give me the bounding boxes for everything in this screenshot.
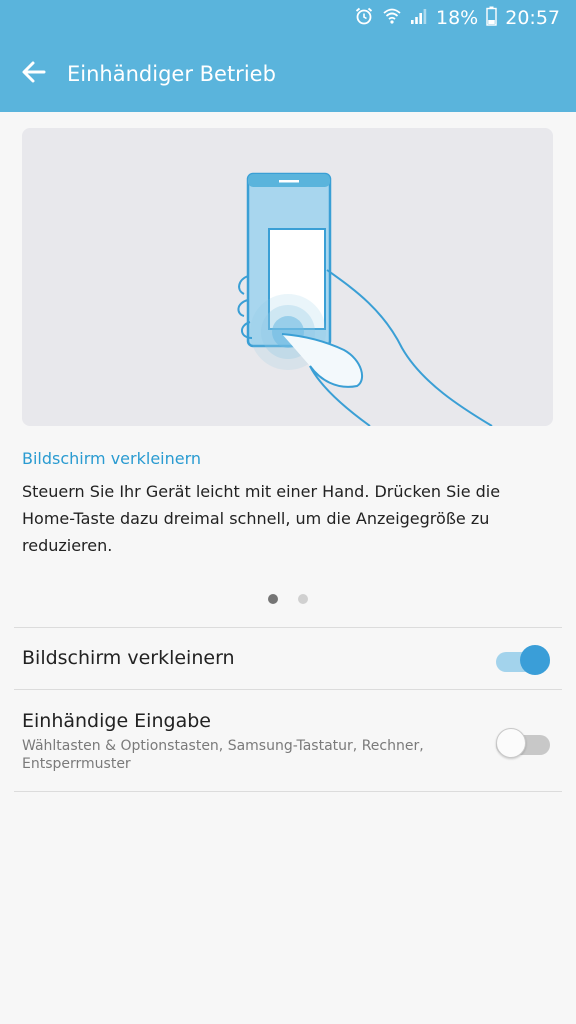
page-dot-1[interactable] [268,594,278,604]
arrow-left-icon [20,58,48,90]
page-indicator [0,594,576,606]
battery-percent: 18% [436,7,479,29]
signal-icon [410,7,428,29]
divider [14,791,562,792]
page-dot-2[interactable] [298,594,308,604]
setting-subtitle-one-hand-input: Wähltasten & Optionstasten, Samsung-Tast… [22,738,424,772]
one-hand-input-toggle[interactable] [496,725,550,758]
toggle-thumb [496,728,526,758]
tutorial-illustration[interactable] [22,128,553,426]
setting-title-one-hand-input: Einhändige Eingabe [22,710,211,732]
page-title: Einhändiger Betrieb [67,62,276,86]
app-bar: Einhändiger Betrieb [0,36,576,112]
wifi-icon [382,6,402,30]
toggle-thumb [520,645,550,675]
tutorial-description: Steuern Sie Ihr Gerät leicht mit einer H… [22,482,501,555]
setting-row-one-hand-input[interactable]: Einhändige Eingabe Wähltasten & Optionst… [14,690,562,791]
status-bar: 18% 20:57 [0,0,576,36]
clock: 20:57 [505,7,560,29]
status-icons: 18% 20:57 [354,6,560,30]
alarm-icon [354,6,374,30]
one-hand-phone-illustration [237,172,493,426]
back-button[interactable] [14,56,54,92]
battery-icon [486,6,497,30]
setting-title-screen-shrink: Bildschirm verkleinern [22,647,235,669]
screen-shrink-toggle[interactable] [496,642,550,675]
tutorial-heading: Bildschirm verkleinern [22,449,202,468]
setting-row-screen-shrink[interactable]: Bildschirm verkleinern [14,628,562,689]
